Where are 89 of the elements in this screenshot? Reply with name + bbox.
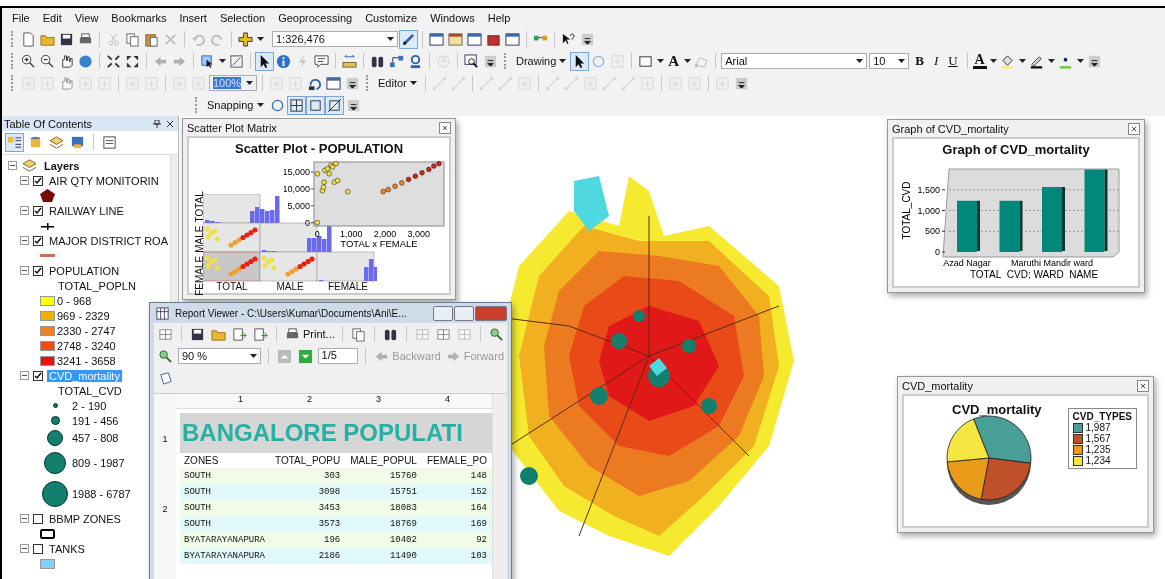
axis-title: TOTAL_CVD <box>901 181 912 240</box>
chart-title: Graph of CVD_mortality <box>941 141 1091 157</box>
table-cell: 3573 <box>271 516 347 532</box>
panel-title: Table Of Contents <box>4 117 93 130</box>
axis-title: TOTAL x FEMALE <box>340 238 418 249</box>
tick-label: 0 <box>314 229 320 239</box>
y-tick-label: 0 <box>304 217 310 228</box>
legend-label: 457 - 808 <box>72 432 119 444</box>
legend-label: 1988 - 6787 <box>72 488 131 500</box>
y-tick-label: 1,500 <box>917 184 940 195</box>
table-cell: SOUTH <box>180 516 271 532</box>
window-title: CVD_mortality <box>902 379 973 392</box>
table-cell: SOUTH <box>180 468 271 484</box>
table-cell: SOUTH <box>180 484 271 500</box>
table-cell: 2186 <box>271 548 347 564</box>
y-tick-label: 10,000 <box>282 183 310 194</box>
ruler-number: 1 <box>162 434 168 444</box>
legend-label: 1,234 <box>1085 455 1111 466</box>
axis-label: TOTAL <box>193 191 205 223</box>
table-cell: 92 <box>422 532 492 548</box>
table-cell: BYATARAYANAPURA <box>180 548 271 564</box>
legend-label: 3241 - 3658 <box>57 354 116 367</box>
table-cell: 303 <box>271 468 347 484</box>
tick-label: 0 <box>935 247 946 257</box>
legend-label: 191 - 456 <box>72 414 119 427</box>
window-title: Scatter Plot Matrix <box>187 121 277 134</box>
field-name: TOTAL_POPLN <box>58 279 136 292</box>
table-cell: 3098 <box>271 484 347 500</box>
table-cell: 15751 <box>346 484 423 500</box>
column-header: FEMALE_PO <box>422 453 492 468</box>
tick-label: 1,500 <box>917 184 946 195</box>
tick-label: 10,000 <box>284 183 315 194</box>
chart-title: Scatter Plot - POPULATION <box>233 140 405 156</box>
axis-label: FEMALE <box>193 255 205 296</box>
table-cell: 11490 <box>346 548 423 564</box>
category-label: Azad Nagar <box>943 258 991 268</box>
window-title: Graph of CVD_mortality <box>892 122 1009 135</box>
table-cell: 18083 <box>346 500 423 516</box>
tick-label: 500 <box>924 226 946 237</box>
axis-label: FEMALE <box>327 281 369 292</box>
y-tick-label: 5,000 <box>287 200 310 211</box>
tick-label: 1,000 <box>917 205 946 216</box>
axis-label: MALE <box>193 225 205 253</box>
legend-title: CVD_TYPES <box>1072 411 1132 422</box>
tick-label: 5,000 <box>287 200 315 211</box>
ruler-number: 4 <box>445 394 450 406</box>
tick-label: 3,000 <box>407 229 430 239</box>
y-tick-label: 0 <box>934 247 940 257</box>
table-cell: BYATARAYANAPURA <box>180 532 271 548</box>
legend-label: 2330 - 2747 <box>57 324 116 337</box>
y-tick-label: 500 <box>924 226 940 237</box>
legend-label: 2 - 190 <box>72 399 107 412</box>
tick-label: 2,000 <box>373 229 397 239</box>
legend-label: 0 - 968 <box>57 294 92 307</box>
ruler-number: 1 <box>238 394 243 406</box>
table-cell: 3453 <box>271 500 347 516</box>
ruler-number: 2 <box>307 394 312 406</box>
table-cell: 103 <box>422 548 492 564</box>
tick-label: 0 <box>305 217 315 228</box>
y-tick-label: 15,000 <box>282 167 310 178</box>
column-header: MALE_POPUL <box>346 453 423 468</box>
ruler-number: 3 <box>376 394 381 406</box>
legend-label: 969 - 2329 <box>57 309 110 322</box>
tick-label: 15,000 <box>284 167 315 178</box>
table-cell: 148 <box>422 468 492 484</box>
axis-label: MALE <box>275 281 305 292</box>
report-heading: BANGALORE POPULATI <box>180 413 492 453</box>
y-tick-label: 1,000 <box>917 205 940 216</box>
table-cell: 169 <box>422 516 492 532</box>
table-cell: 15760 <box>346 468 423 484</box>
table-cell: 152 <box>422 484 492 500</box>
legend-label: 2748 - 3240 <box>57 339 116 352</box>
table-cell: 196 <box>271 532 347 548</box>
field-name: TOTAL_CVD <box>58 384 122 397</box>
legend-label: 1,987 <box>1085 422 1111 433</box>
column-header: ZONES <box>180 453 271 468</box>
category-label: Maruthi Mandir ward <box>1011 258 1093 268</box>
window-title: Report Viewer - C:\Users\Kumar\Documents\Ani\E... <box>175 307 407 319</box>
ruler-number: 2 <box>162 504 168 514</box>
legend-label: 1,567 <box>1085 433 1111 444</box>
axis-label: TOTAL <box>215 281 249 292</box>
table-cell: SOUTH <box>180 500 271 516</box>
table-cell: 18769 <box>346 516 423 532</box>
legend-label: 809 - 1987 <box>72 456 125 469</box>
table-cell: 10402 <box>346 532 423 548</box>
legend-label: 1,235 <box>1085 444 1111 455</box>
column-header: TOTAL_POPU <box>271 453 347 468</box>
table-cell: 164 <box>422 500 492 516</box>
tick-label: 1,000 <box>339 229 363 239</box>
